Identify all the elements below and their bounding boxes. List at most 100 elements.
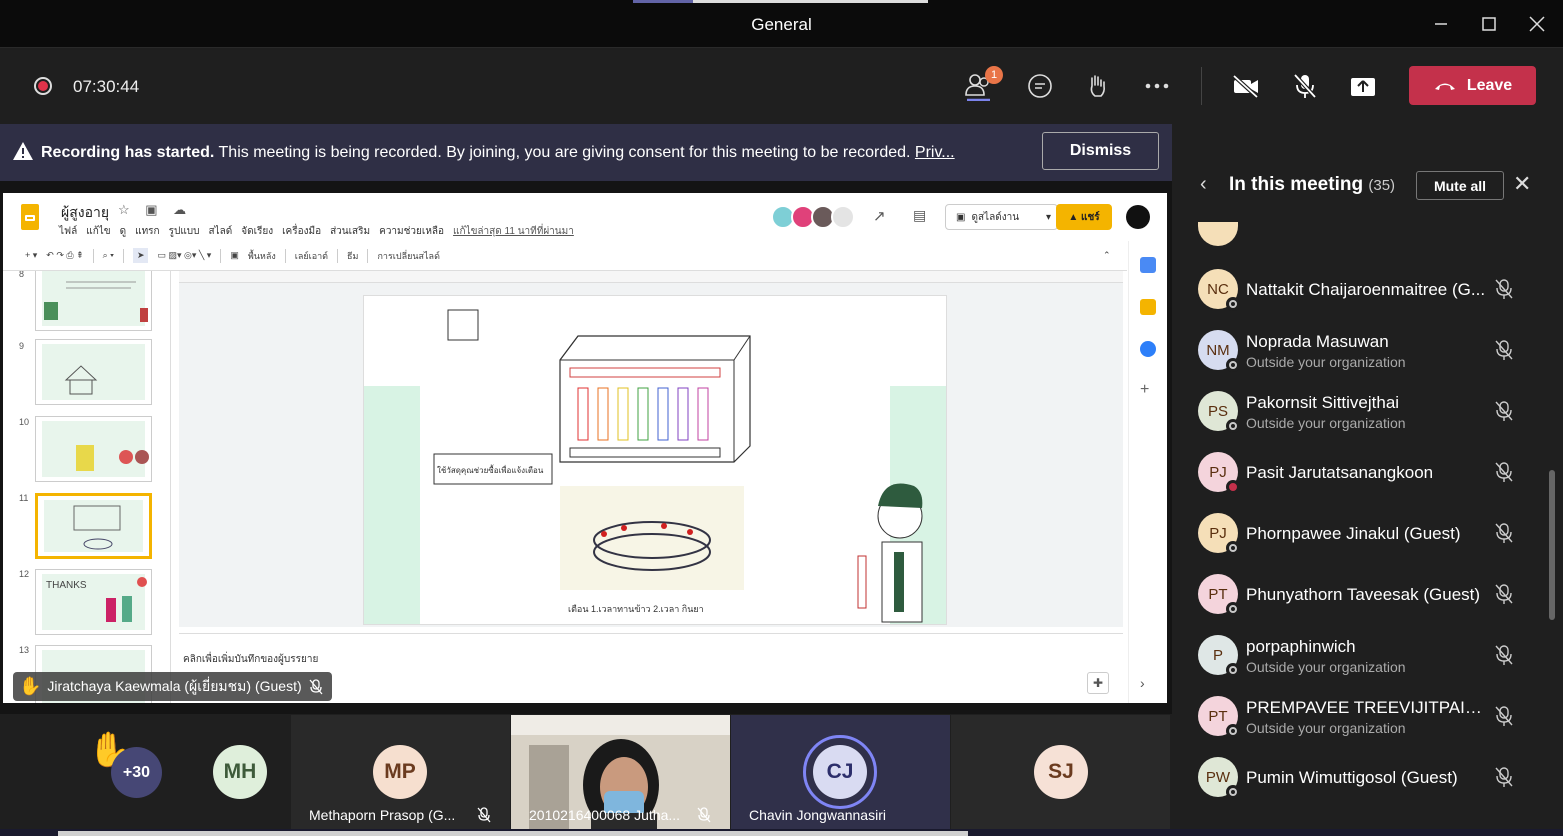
tool-layout: เลย์เอาต์ — [294, 250, 329, 261]
thumb-number: 9 — [19, 341, 25, 351]
collaborator-avatars — [771, 205, 855, 229]
avatar-mh[interactable]: MH — [213, 745, 267, 799]
avatar: NM — [1198, 330, 1240, 372]
activity-icon: ↗ — [873, 208, 886, 225]
menu-arrange: จัดเรียง — [241, 226, 274, 237]
chevron-left-icon[interactable]: ‹ — [1200, 173, 1207, 196]
participants-button[interactable]: 1 — [963, 66, 1003, 102]
status-icon — [1226, 297, 1240, 311]
comment-icon: ▤ — [913, 207, 927, 223]
avatar-initials: PW — [1205, 768, 1231, 786]
mic-off-icon — [697, 807, 711, 823]
maximize-icon[interactable] — [1474, 10, 1504, 38]
participant-row[interactable]: NC Nattakit Chaijaroenmaitree (G... — [1172, 260, 1547, 320]
avatar-initials: PS — [1207, 402, 1228, 420]
undo-icon: ↶ ↷ ⎙ ⇞ — [46, 250, 84, 260]
avatar: P — [1198, 635, 1240, 677]
status-icon — [1226, 358, 1240, 372]
participant-row[interactable]: PW Pumin Wimuttigosol (Guest) — [1172, 748, 1547, 808]
doc-title: ผู้สูงอายุ — [61, 204, 110, 220]
zoom-icon: ⌕ ▾ — [102, 250, 114, 260]
raise-hand-button[interactable] — [1081, 70, 1115, 102]
panel-scrollbar[interactable] — [1549, 470, 1555, 620]
explore-icon: ✚ — [1087, 672, 1109, 694]
mic-off-icon[interactable] — [1494, 278, 1514, 300]
participant-row[interactable]: PS Pakornsit Sittivejthai Outside your org… — [1172, 382, 1547, 442]
participant-row[interactable]: NM Noprada Masuwan Outside your organizati… — [1172, 321, 1547, 381]
avatar-initials: PJ — [1209, 463, 1227, 481]
add-icon: + — [1140, 381, 1150, 398]
mute-all-button[interactable]: Mute all — [1416, 171, 1504, 200]
keep-icon — [1140, 299, 1156, 315]
mic-off-icon[interactable] — [1494, 766, 1514, 788]
minimize-icon[interactable] — [1426, 10, 1456, 38]
overflow-participants[interactable]: +30 — [111, 747, 162, 798]
cursor-icon: ➤ — [132, 248, 149, 263]
raised-hand-label: ✋ Jiratchaya Kaewmala (ผู้เยี่ยมชม) (Gue… — [13, 672, 332, 701]
ruler — [179, 271, 1123, 283]
chevron-up-icon: ⌃ — [1103, 250, 1111, 260]
close-window-icon[interactable] — [1522, 10, 1552, 38]
menu-addons: ส่วนเสริม — [330, 226, 371, 237]
menu-edit: แก้ไข — [86, 226, 111, 237]
slides-toolbar: + ▾ ↶ ↷ ⎙ ⇞ ⌕ ▾ ➤ ▭ ▨▾ ◎▾ ╲ ▾ ▣ พื้นหลัง… — [3, 241, 1127, 271]
participant-row[interactable]: PT PREMPAVEE TREEVIJITPAISAN Outside your … — [1172, 687, 1547, 747]
thumb-number: 11 — [19, 493, 29, 503]
privacy-link[interactable]: Priv... — [915, 144, 955, 161]
panel-title-text: In this meeting — [1229, 174, 1364, 195]
close-icon[interactable]: ✕ — [1513, 171, 1531, 197]
camera-off-button[interactable] — [1229, 70, 1263, 102]
tool-transition: การเปลี่ยนสไลด์ — [377, 250, 440, 261]
chat-button[interactable] — [1023, 70, 1057, 102]
tasks-icon — [1140, 341, 1156, 357]
meeting-toolbar — [0, 49, 1563, 124]
mic-off-icon[interactable] — [1494, 522, 1514, 544]
status-icon — [1226, 663, 1240, 677]
slide-thumbnail — [35, 271, 152, 331]
mic-off-button[interactable] — [1288, 70, 1322, 102]
participant-name: Phunyathorn Taveesak (Guest) — [1246, 585, 1481, 604]
raised-hand-name: Jiratchaya Kaewmala (ผู้เยี่ยมชม) (Guest… — [47, 677, 302, 694]
toolbar-separator — [220, 248, 222, 263]
participant-name: Pumin Wimuttigosol (Guest) — [1246, 768, 1458, 787]
slide-thumbnail — [35, 339, 152, 405]
mic-off-icon[interactable] — [1494, 461, 1514, 483]
hang-up-icon — [1434, 83, 1455, 90]
avatar — [831, 205, 855, 229]
tool-theme: ธีม — [347, 250, 359, 261]
thumb-number: 13 — [19, 645, 30, 655]
mic-off-icon[interactable] — [1494, 339, 1514, 361]
avatar-initials: PJ — [1209, 524, 1227, 542]
participant-name: PREMPAVEE TREEVIJITPAISAN — [1246, 698, 1491, 717]
slide-filmstrip: 8 9 10 11 12 THANKS 13 — [3, 271, 171, 703]
mic-off-icon — [309, 678, 323, 694]
avatar-initials: NC — [1207, 280, 1229, 298]
mic-off-icon[interactable] — [1494, 400, 1514, 422]
leave-button[interactable]: Leave — [1409, 66, 1536, 105]
menu-help: ความช่วยเหลือ — [379, 226, 445, 237]
menu-view: ดู — [119, 226, 127, 237]
slide-thumbnail-active — [35, 493, 152, 559]
dismiss-button[interactable]: Dismiss — [1042, 132, 1159, 170]
meeting-timer: 07:30:44 — [73, 77, 140, 96]
panel-title: In this meeting (35) — [1229, 174, 1395, 196]
avatar-sj: SJ — [1034, 745, 1088, 799]
current-slide: ใช้วัสดุคุณช่วยซื้อเพื่อแจ้งเตือน เตือน … — [363, 295, 947, 625]
share-screen-button[interactable] — [1346, 70, 1380, 102]
present-button: ▣ ดูสไลด์งาน ▾ — [945, 204, 1058, 230]
leave-label: Leave — [1466, 76, 1513, 94]
mic-off-icon[interactable] — [1494, 644, 1514, 666]
participant-row[interactable]: Pporpaphinwich Outside your organization — [1172, 626, 1547, 686]
participant-row[interactable]: PJ Pasit Jarutatsanangkoon — [1172, 443, 1547, 503]
mic-off-icon[interactable] — [1494, 705, 1514, 727]
menu-tools: เครื่องมือ — [282, 226, 322, 237]
avatar-initials: P — [1212, 646, 1223, 664]
thumb-number: 10 — [19, 417, 30, 427]
mic-off-icon[interactable] — [1494, 583, 1514, 605]
participant-org: Outside your organization — [1246, 720, 1406, 736]
participant-row[interactable]: PJ Phornpawee Jinakul (Guest) — [1172, 504, 1547, 564]
more-actions-button[interactable] — [1140, 70, 1174, 102]
slides-menu: ไฟล์ แก้ไข ดู แทรก รูปแบบ สไลด์ จัดเรียง… — [59, 224, 574, 239]
participant-row[interactable]: PT Phunyathorn Taveesak (Guest) — [1172, 565, 1547, 625]
side-panel: + — [1128, 241, 1167, 703]
